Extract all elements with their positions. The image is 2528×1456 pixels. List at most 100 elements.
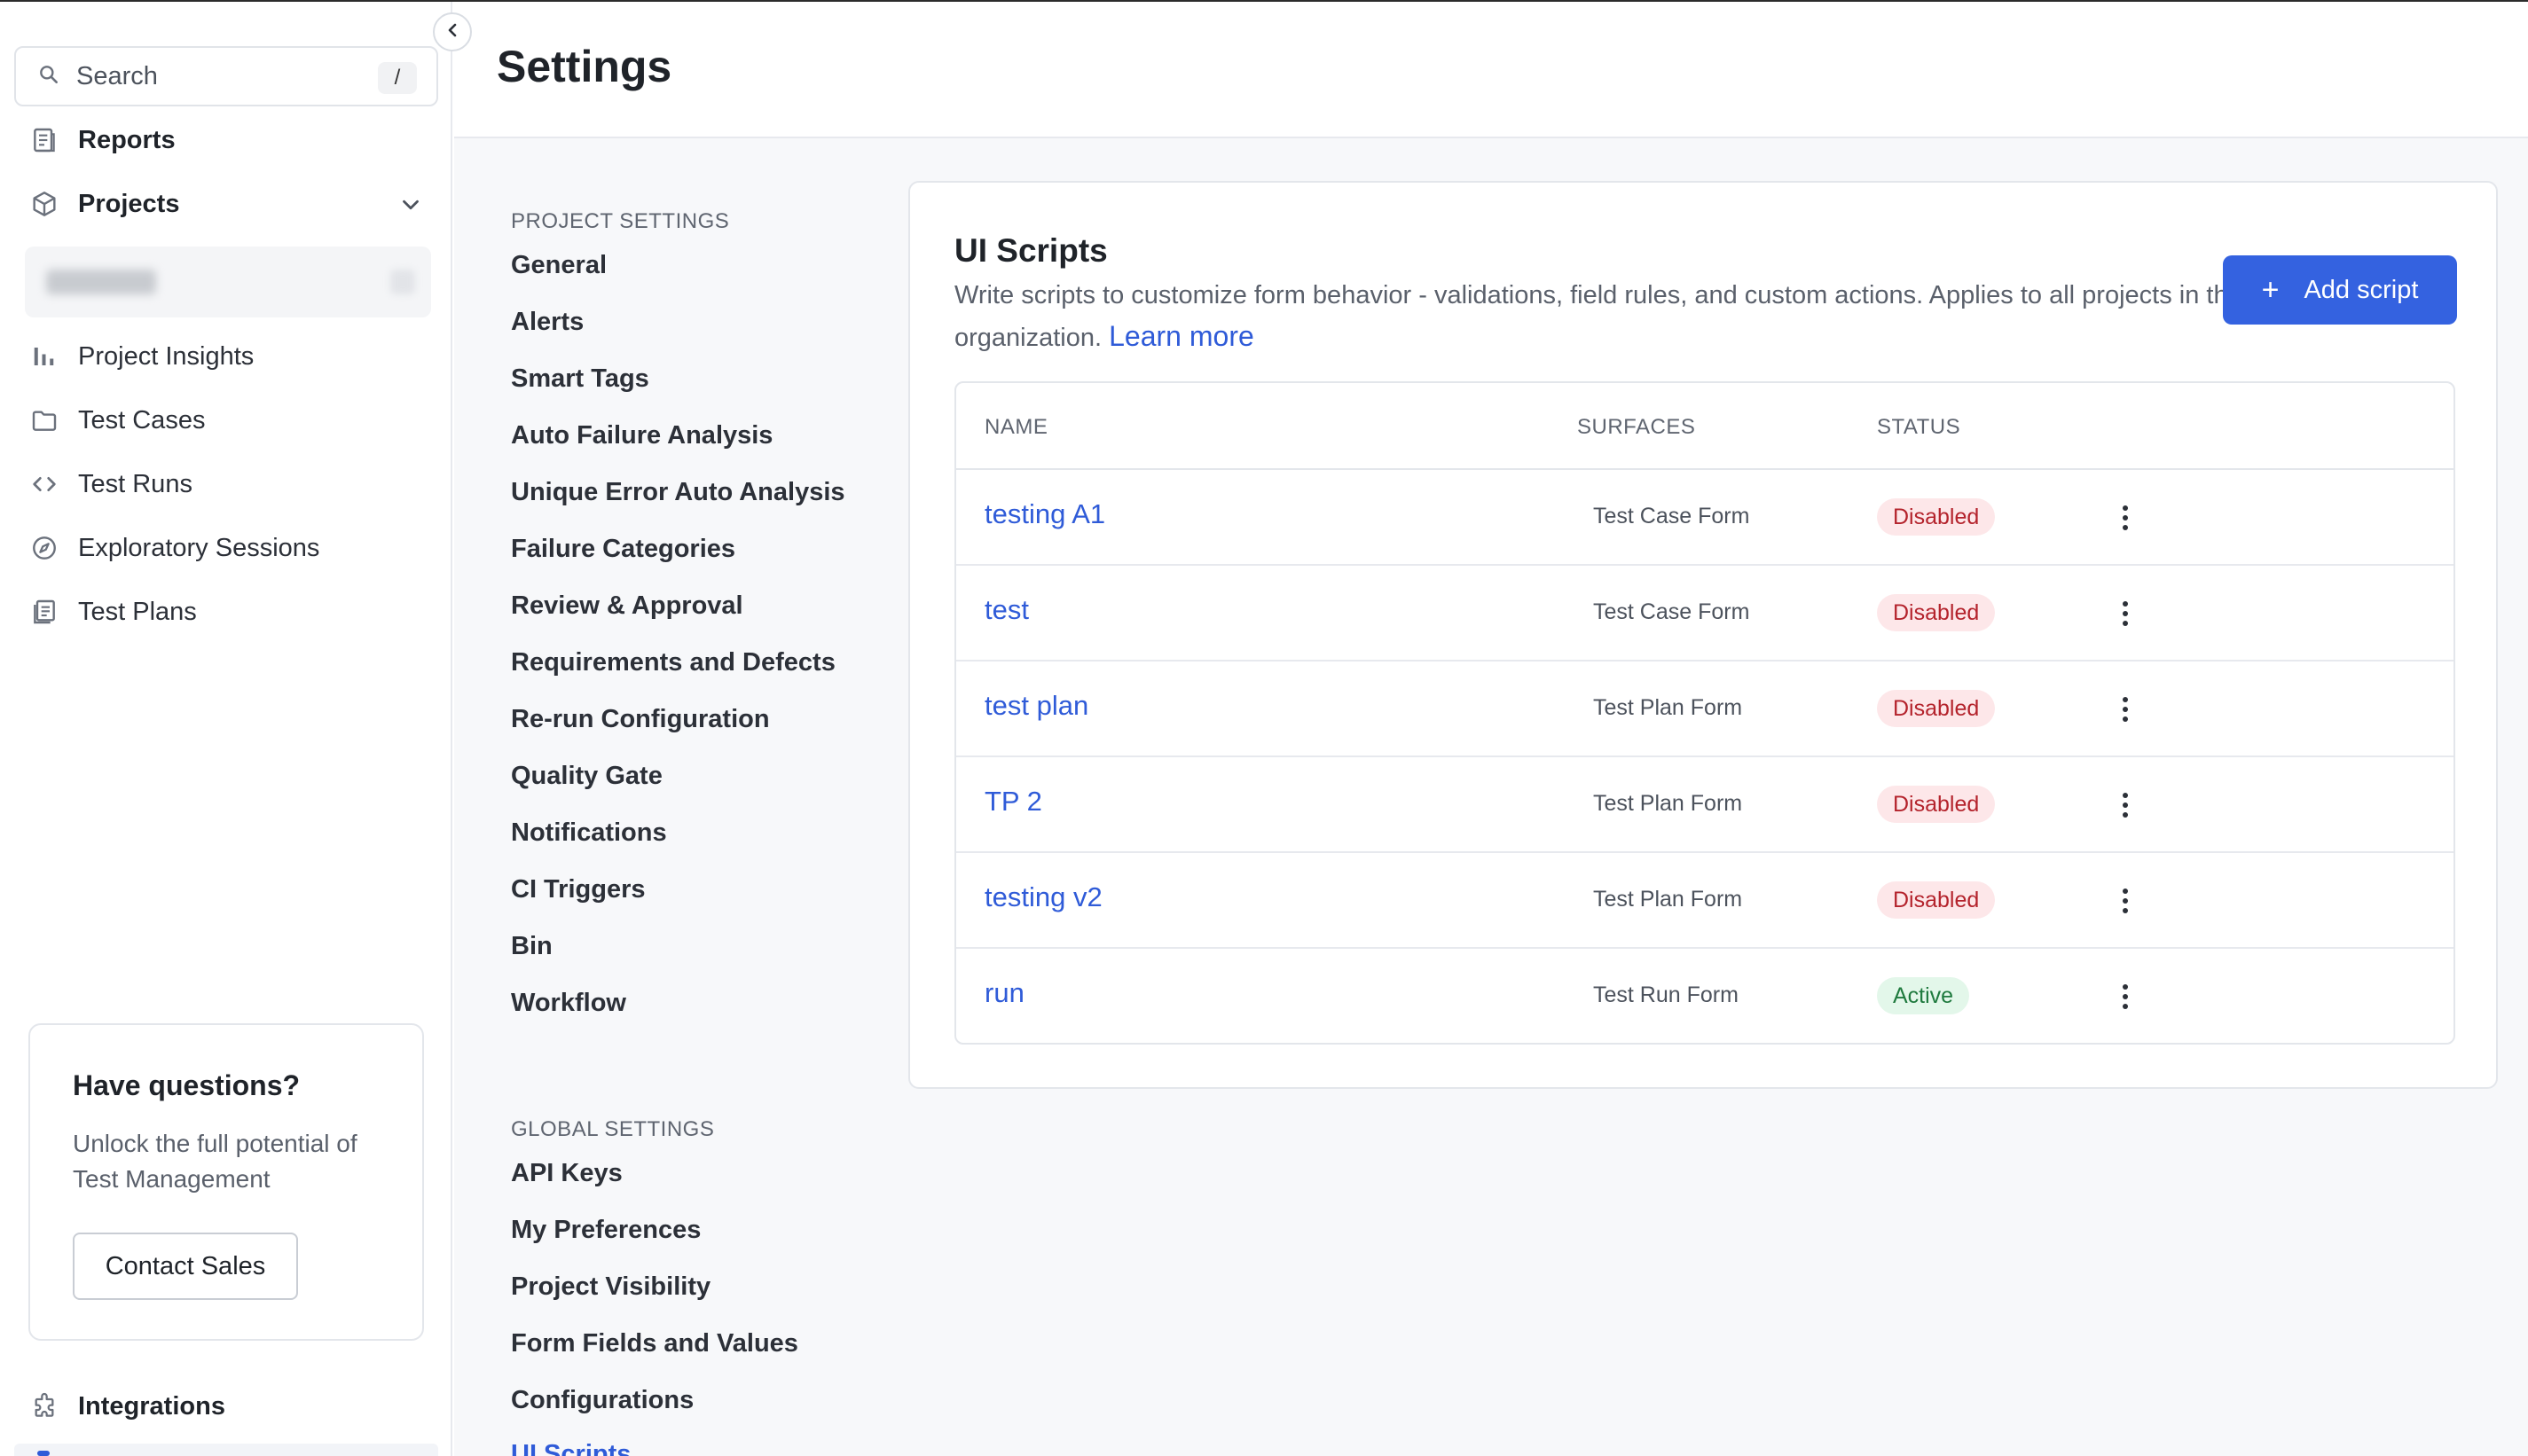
script-name-link[interactable]: test bbox=[985, 594, 1029, 626]
more-options-icon[interactable] bbox=[2106, 594, 2145, 633]
script-name-link[interactable]: testing A1 bbox=[985, 498, 1105, 530]
sidebar-item-label: Reports bbox=[78, 125, 176, 154]
plus-icon: + bbox=[2261, 273, 2280, 307]
page-header: Settings bbox=[454, 2, 2528, 138]
card-description: Write scripts to customize form behavior… bbox=[954, 275, 2249, 358]
settings-nav-my-preferences[interactable]: My Preferences bbox=[511, 1216, 701, 1245]
contact-sales-button[interactable]: Contact Sales bbox=[73, 1233, 298, 1300]
ui-scripts-card: UI Scripts Write scripts to customize fo… bbox=[908, 181, 2498, 1089]
bar-chart-icon bbox=[28, 341, 60, 372]
search-icon bbox=[37, 63, 60, 90]
sidebar-item-test-plans[interactable]: Test Plans bbox=[28, 587, 197, 637]
sidebar-item-label: Project Insights bbox=[78, 341, 255, 371]
document-list-icon bbox=[28, 596, 60, 628]
settings-nav-ui-scripts[interactable]: UI Scripts bbox=[511, 1440, 631, 1456]
column-header-surfaces[interactable]: SURFACES bbox=[1577, 415, 1695, 440]
active-indicator bbox=[37, 1451, 50, 1456]
search-input[interactable]: Search / bbox=[14, 46, 438, 106]
sidebar-item-label: Test Runs bbox=[78, 469, 192, 498]
status-badge: Active bbox=[1877, 977, 1970, 1014]
settings-nav-failure-categories[interactable]: Failure Categories bbox=[511, 535, 735, 564]
project-selector[interactable] bbox=[25, 247, 431, 317]
settings-nav-quality-gate[interactable]: Quality Gate bbox=[511, 762, 663, 791]
settings-nav-form-fields-values[interactable]: Form Fields and Values bbox=[511, 1329, 798, 1358]
more-options-icon[interactable] bbox=[2106, 498, 2145, 537]
collapse-sidebar-button[interactable] bbox=[433, 12, 472, 51]
settings-nav-bin[interactable]: Bin bbox=[511, 932, 553, 961]
more-options-icon[interactable] bbox=[2106, 690, 2145, 729]
card-title: UI Scripts bbox=[954, 232, 1108, 269]
sidebar-item-test-runs[interactable]: Test Runs bbox=[28, 459, 192, 509]
chevron-down-icon[interactable] bbox=[397, 192, 424, 223]
project-action-redacted bbox=[390, 270, 415, 294]
project-settings-heading: PROJECT SETTINGS bbox=[511, 209, 730, 233]
status-badge: Disabled bbox=[1877, 786, 1996, 823]
help-promo-card: Have questions? Unlock the full potentia… bbox=[28, 1023, 424, 1341]
more-options-icon[interactable] bbox=[2106, 881, 2145, 920]
more-options-icon[interactable] bbox=[2106, 786, 2145, 825]
add-script-button[interactable]: + Add script bbox=[2223, 255, 2457, 325]
table-row[interactable]: testing A1 Test Case Form Disabled bbox=[956, 470, 2453, 566]
add-script-label: Add script bbox=[2304, 275, 2419, 304]
script-name-link[interactable]: testing v2 bbox=[985, 881, 1103, 913]
table-row[interactable]: test Test Case Form Disabled bbox=[956, 566, 2453, 661]
table-row[interactable]: testing v2 Test Plan Form Disabled bbox=[956, 853, 2453, 949]
sidebar-item-reports[interactable]: Reports bbox=[28, 115, 176, 165]
settings-nav-workflow[interactable]: Workflow bbox=[511, 989, 626, 1018]
settings-nav-review-approval[interactable]: Review & Approval bbox=[511, 591, 743, 621]
table-row[interactable]: test plan Test Plan Form Disabled bbox=[956, 661, 2453, 757]
search-shortcut-key: / bbox=[378, 62, 417, 94]
sidebar-item-test-cases[interactable]: Test Cases bbox=[28, 395, 205, 445]
settings-nav-rerun-configuration[interactable]: Re-run Configuration bbox=[511, 705, 770, 734]
settings-nav-smart-tags[interactable]: Smart Tags bbox=[511, 364, 649, 394]
sidebar-item-label: Exploratory Sessions bbox=[78, 533, 320, 562]
script-name-link[interactable]: test plan bbox=[985, 690, 1088, 722]
code-icon bbox=[28, 468, 60, 500]
sidebar-item-integrations[interactable]: Integrations bbox=[28, 1382, 225, 1431]
column-header-status[interactable]: STATUS bbox=[1877, 415, 1960, 440]
table-header: NAME SURFACES STATUS bbox=[956, 383, 2453, 470]
script-name-link[interactable]: TP 2 bbox=[985, 786, 1042, 818]
table-row[interactable]: TP 2 Test Plan Form Disabled bbox=[956, 757, 2453, 853]
sidebar: Search / Reports Projects Project Insigh… bbox=[0, 2, 452, 1456]
script-surface: Test Plan Form bbox=[1593, 695, 1743, 720]
settings-nav-requirements-defects[interactable]: Requirements and Defects bbox=[511, 648, 836, 677]
settings-nav-notifications[interactable]: Notifications bbox=[511, 818, 667, 848]
column-header-name[interactable]: NAME bbox=[985, 415, 1048, 440]
settings-nav-general[interactable]: General bbox=[511, 251, 607, 280]
settings-nav-unique-error-auto-analysis[interactable]: Unique Error Auto Analysis bbox=[511, 478, 845, 507]
table-row[interactable]: run Test Run Form Active bbox=[956, 949, 2453, 1043]
sidebar-item-label: Test Cases bbox=[78, 405, 206, 434]
chevron-left-icon bbox=[442, 20, 463, 45]
compass-icon bbox=[28, 532, 60, 564]
settings-nav-api-keys[interactable]: API Keys bbox=[511, 1159, 623, 1188]
sidebar-item-label: Projects bbox=[78, 189, 180, 218]
script-name-link[interactable]: run bbox=[985, 977, 1025, 1009]
sidebar-item-label: Integrations bbox=[78, 1391, 225, 1421]
folder-icon bbox=[28, 404, 60, 436]
search-placeholder: Search bbox=[76, 61, 158, 90]
status-badge: Disabled bbox=[1877, 594, 1996, 631]
script-surface: Test Run Form bbox=[1593, 982, 1739, 1007]
global-settings-heading: GLOBAL SETTINGS bbox=[511, 1117, 715, 1141]
sidebar-item-exploratory-sessions[interactable]: Exploratory Sessions bbox=[28, 523, 319, 573]
settings-nav-auto-failure-analysis[interactable]: Auto Failure Analysis bbox=[511, 421, 773, 450]
script-surface: Test Plan Form bbox=[1593, 791, 1743, 816]
promo-title: Have questions? bbox=[73, 1069, 301, 1101]
settings-nav-ci-triggers[interactable]: CI Triggers bbox=[511, 875, 646, 904]
scripts-table: NAME SURFACES STATUS testing A1 Test Cas… bbox=[954, 381, 2455, 1045]
puzzle-icon bbox=[28, 1390, 60, 1422]
sidebar-item-project-insights[interactable]: Project Insights bbox=[28, 332, 254, 381]
sidebar-active-item-partial[interactable] bbox=[14, 1444, 438, 1456]
settings-nav-project-visibility[interactable]: Project Visibility bbox=[511, 1272, 711, 1302]
status-badge: Disabled bbox=[1877, 881, 1996, 919]
promo-text: Unlock the full potential of Test Manage… bbox=[73, 1130, 357, 1193]
more-options-icon[interactable] bbox=[2106, 977, 2145, 1016]
script-surface: Test Case Form bbox=[1593, 599, 1750, 624]
sidebar-item-projects[interactable]: Projects bbox=[28, 179, 179, 229]
reports-icon bbox=[28, 124, 60, 156]
settings-nav-configurations[interactable]: Configurations bbox=[511, 1386, 694, 1415]
learn-more-link[interactable]: Learn more bbox=[1109, 320, 1254, 352]
settings-nav-alerts[interactable]: Alerts bbox=[511, 308, 584, 337]
project-name-redacted bbox=[46, 270, 156, 294]
